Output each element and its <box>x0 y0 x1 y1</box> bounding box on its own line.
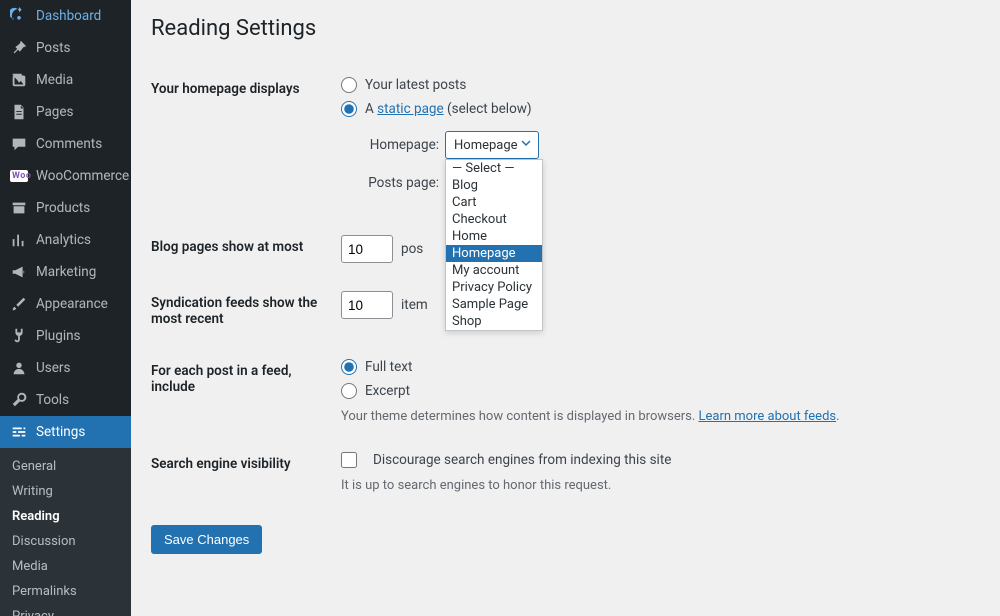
blog-pages-suffix: pos <box>401 241 423 257</box>
submenu-item-writing[interactable]: Writing <box>0 479 131 504</box>
menu-item-comments[interactable]: Comments <box>0 128 131 160</box>
full-text-label: Full text <box>365 359 412 375</box>
discourage-label: Discourage search engines from indexing … <box>373 452 671 468</box>
menu-item-label: Media <box>36 72 73 88</box>
plug-icon <box>10 327 28 345</box>
admin-sidebar: Dashboard Posts Media Pages Comments Woo WooCo… <box>0 0 131 616</box>
archive-icon <box>10 199 28 217</box>
homepage-dropdown[interactable]: — Select —BlogCartCheckoutHomeHomepageMy… <box>445 159 543 331</box>
dashboard-icon <box>10 7 28 25</box>
dropdown-option[interactable]: Homepage <box>446 245 542 262</box>
main-content: Reading Settings Your homepage displays … <box>131 0 1000 616</box>
homepage-select[interactable]: Homepage <box>445 131 539 159</box>
menu-item-label: Pages <box>36 104 74 120</box>
search-description: It is up to search engines to honor this… <box>341 478 970 493</box>
menu-item-label: Comments <box>36 136 102 152</box>
menu-item-label: Tools <box>36 392 69 408</box>
pin-icon <box>10 39 28 57</box>
blog-pages-label: Blog pages show at most <box>151 221 341 277</box>
dropdown-option[interactable]: Sample Page <box>446 296 542 313</box>
syndication-label: Syndication feeds show the most recent <box>151 277 341 345</box>
syndication-input[interactable] <box>341 291 393 319</box>
comment-icon <box>10 135 28 153</box>
menu-item-users[interactable]: Users <box>0 352 131 384</box>
latest-posts-label: Your latest posts <box>365 77 466 93</box>
page-icon <box>10 103 28 121</box>
submenu-item-discussion[interactable]: Discussion <box>0 529 131 554</box>
learn-more-feeds-link[interactable]: Learn more about feeds <box>699 409 837 424</box>
menu-item-woocommerce[interactable]: Woo WooCommerce <box>0 160 131 192</box>
posts-page-select-label: Posts page: <box>355 175 439 191</box>
save-button[interactable]: Save Changes <box>151 525 262 554</box>
radio-full-text[interactable] <box>341 359 357 375</box>
menu-item-label: Marketing <box>36 264 96 280</box>
dropdown-option[interactable]: Cart <box>446 194 542 211</box>
menu-item-media[interactable]: Media <box>0 64 131 96</box>
chart-icon <box>10 231 28 249</box>
discourage-checkbox[interactable] <box>341 452 357 468</box>
submenu-item-media[interactable]: Media <box>0 554 131 579</box>
menu-item-label: Plugins <box>36 328 81 344</box>
submenu-item-reading[interactable]: Reading <box>0 504 131 529</box>
wrench-icon <box>10 391 28 409</box>
radio-latest-posts[interactable] <box>341 77 357 93</box>
menu-item-label: Settings <box>36 424 85 440</box>
feed-description: Your theme determines how content is dis… <box>341 409 970 424</box>
chevron-down-icon <box>520 137 532 153</box>
menu-item-tools[interactable]: Tools <box>0 384 131 416</box>
user-icon <box>10 359 28 377</box>
submenu-item-permalinks[interactable]: Permalinks <box>0 579 131 604</box>
brush-icon <box>10 295 28 313</box>
submenu-item-privacy[interactable]: Privacy <box>0 604 131 616</box>
syndication-suffix: item <box>401 297 428 313</box>
blog-pages-input[interactable] <box>341 235 393 263</box>
menu-item-label: WooCommerce <box>36 168 129 184</box>
menu-item-plugins[interactable]: Plugins <box>0 320 131 352</box>
media-icon <box>10 71 28 89</box>
menu-item-settings[interactable]: Settings <box>0 416 131 448</box>
dropdown-option[interactable]: Home <box>446 228 542 245</box>
sliders-icon <box>10 423 28 441</box>
woo-icon: Woo <box>10 167 28 185</box>
dropdown-option[interactable]: Blog <box>446 177 542 194</box>
page-title: Reading Settings <box>151 16 980 41</box>
radio-excerpt[interactable] <box>341 383 357 399</box>
homepage-displays-label: Your homepage displays <box>151 63 341 221</box>
menu-item-label: Posts <box>36 40 70 56</box>
static-page-link[interactable]: static page <box>377 101 444 117</box>
feed-include-label: For each post in a feed, include <box>151 345 341 438</box>
menu-item-label: Analytics <box>36 232 91 248</box>
homepage-select-label: Homepage: <box>355 137 439 153</box>
menu-item-posts[interactable]: Posts <box>0 32 131 64</box>
static-page-label: A static page (select below) <box>365 101 532 117</box>
menu-item-label: Products <box>36 200 90 216</box>
menu-item-appearance[interactable]: Appearance <box>0 288 131 320</box>
menu-item-pages[interactable]: Pages <box>0 96 131 128</box>
excerpt-label: Excerpt <box>365 383 410 399</box>
dropdown-option[interactable]: Privacy Policy <box>446 279 542 296</box>
menu-item-analytics[interactable]: Analytics <box>0 224 131 256</box>
submenu-item-general[interactable]: General <box>0 454 131 479</box>
menu-item-marketing[interactable]: Marketing <box>0 256 131 288</box>
menu-item-products[interactable]: Products <box>0 192 131 224</box>
megaphone-icon <box>10 263 28 281</box>
menu-item-dashboard[interactable]: Dashboard <box>0 0 131 32</box>
dropdown-option[interactable]: Shop <box>446 313 542 330</box>
menu-item-label: Users <box>36 360 70 376</box>
menu-item-label: Dashboard <box>36 8 101 24</box>
menu-item-label: Appearance <box>36 296 108 312</box>
dropdown-option[interactable]: — Select — <box>446 160 542 177</box>
dropdown-option[interactable]: My account <box>446 262 542 279</box>
radio-static-page[interactable] <box>341 101 357 117</box>
dropdown-option[interactable]: Checkout <box>446 211 542 228</box>
search-visibility-label: Search engine visibility <box>151 438 341 507</box>
